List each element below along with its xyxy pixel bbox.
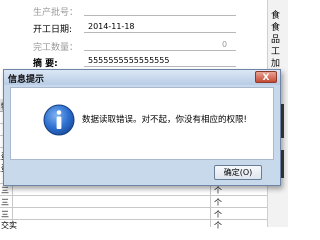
start-date-field[interactable] [84,32,236,33]
close-icon: X [262,73,270,83]
side-text: 加 [271,59,281,69]
ok-button[interactable]: 确定(O) [214,165,262,180]
grid-row-line [0,195,277,196]
grid-cell: 个 [214,210,222,219]
start-date-label: 开工日期: [33,25,73,35]
close-button[interactable]: X [255,71,277,83]
grid-row-line [0,219,277,220]
grid-row-line [0,207,277,208]
dialog-body: 数据读取错误。对不起，你没有相应的权限! [10,87,274,160]
batch-field[interactable] [84,15,236,16]
start-date-value[interactable]: 2014-11-18 [88,22,135,31]
dialog-title: 信息提示 [8,75,45,85]
info-dialog: 信息提示 X 数据读取错误。对不起，你没有相应的权限! 确定(O) [3,69,281,186]
grid-cell: 个 [214,221,222,230]
dialog-message: 数据读取错误。对不起，你没有相应的权限! [82,115,247,125]
dialog-titlebar[interactable]: 信息提示 X [4,70,280,85]
grid-cell: 三 [1,198,9,207]
summary-value[interactable]: 5555555555555555 [88,56,169,65]
grid-cell: 个 [214,198,222,207]
grid-cell: 个 [214,186,222,195]
completed-qty-label: 完工数量： [33,43,79,53]
completed-qty-field[interactable] [84,50,236,51]
grid-cell: 三 [1,210,9,219]
grid-cell: 交实 [1,221,17,230]
summary-field[interactable] [84,66,236,67]
completed-qty-value[interactable]: 0 [222,40,227,49]
info-icon [43,104,75,136]
batch-label: 生产批号： [33,8,79,18]
grid-cell: 三 [1,186,9,195]
summary-label: 摘 要: [33,59,58,69]
